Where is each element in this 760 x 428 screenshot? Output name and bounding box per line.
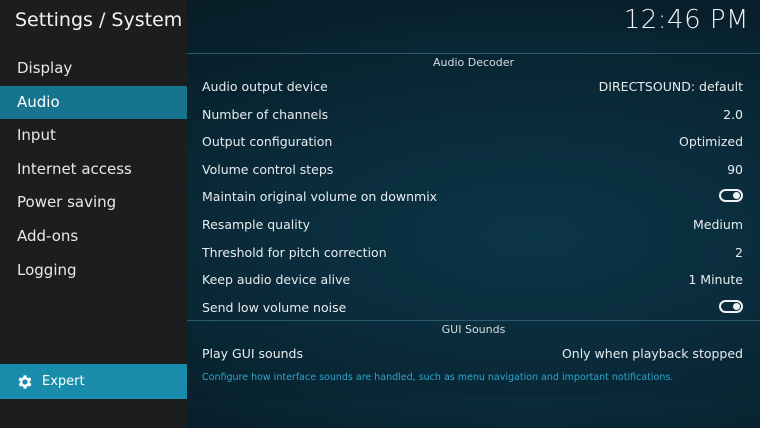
- setting-row-pitch-correction-threshold[interactable]: Threshold for pitch correction 2: [187, 238, 760, 266]
- setting-value: DIRECTSOUND: default: [598, 79, 743, 94]
- setting-row-volume-control-steps[interactable]: Volume control steps 90: [187, 155, 760, 183]
- sidebar-item-audio[interactable]: Audio: [0, 85, 187, 120]
- setting-name: Number of channels: [202, 106, 329, 122]
- setting-name: Threshold for pitch correction: [202, 244, 387, 260]
- clock: 12:46 PM: [623, 5, 749, 35]
- setting-name: Maintain original volume on downmix: [202, 189, 438, 205]
- sidebar-item-input[interactable]: Input: [0, 119, 187, 153]
- setting-row-audio-output-device[interactable]: Audio output device DIRECTSOUND: default: [187, 72, 760, 100]
- setting-name: Send low volume noise: [202, 299, 347, 315]
- setting-name: Output configuration: [202, 134, 333, 150]
- page-title: Settings / System: [15, 9, 183, 31]
- setting-value: Only when playback stopped: [561, 346, 743, 362]
- section-header-audio-decoder: Audio Decoder: [187, 53, 760, 72]
- setting-name: Audio output device: [202, 79, 328, 94]
- sidebar-item-internet-access[interactable]: Internet access: [0, 153, 187, 187]
- toggle-knob: [733, 192, 740, 200]
- toggle-switch[interactable]: [719, 189, 743, 203]
- gear-icon: [16, 373, 34, 391]
- setting-value: 2: [735, 244, 743, 260]
- setting-name: Play GUI sounds: [202, 346, 303, 362]
- setting-value: Optimized: [679, 134, 743, 150]
- settings-panel: Audio Decoder Audio output device DIRECT…: [187, 53, 760, 398]
- setting-value: 90: [727, 161, 743, 177]
- toggle-knob: [733, 302, 740, 310]
- sidebar-item-display[interactable]: Display: [0, 52, 187, 86]
- setting-row-number-of-channels[interactable]: Number of channels 2.0: [187, 100, 760, 128]
- sidebar-item-logging[interactable]: Logging: [0, 254, 187, 288]
- setting-row-maintain-original-volume[interactable]: Maintain original volume on downmix: [187, 182, 760, 210]
- setting-row-send-low-volume-noise[interactable]: Send low volume noise: [187, 293, 760, 321]
- setting-value: 2.0: [723, 106, 743, 122]
- setting-row-keep-audio-device-alive[interactable]: Keep audio device alive 1 Minute: [187, 265, 760, 293]
- setting-description: Configure how interface sounds are handl…: [202, 372, 674, 383]
- setting-name: Volume control steps: [202, 161, 334, 177]
- setting-row-output-configuration[interactable]: Output configuration Optimized: [187, 127, 760, 155]
- sidebar: Settings / System Display Audio Input In…: [0, 0, 187, 428]
- expert-level-button[interactable]: Expert: [0, 364, 187, 399]
- sidebar-item-power-saving[interactable]: Power saving: [0, 186, 187, 220]
- toggle-switch[interactable]: [719, 299, 743, 313]
- setting-name: Resample quality: [202, 216, 310, 232]
- settings-nav: Display Audio Input Internet access Powe…: [0, 52, 187, 287]
- sidebar-item-add-ons[interactable]: Add-ons: [0, 220, 187, 254]
- expert-label: Expert: [42, 374, 85, 389]
- setting-row-play-gui-sounds[interactable]: Play GUI sounds Only when playback stopp…: [187, 339, 760, 367]
- setting-row-resample-quality[interactable]: Resample quality Medium: [187, 210, 760, 238]
- setting-name: Keep audio device alive: [202, 272, 351, 288]
- setting-value: 1 Minute: [688, 272, 743, 288]
- section-header-gui-sounds: GUI Sounds: [187, 320, 760, 339]
- setting-value: Medium: [693, 216, 743, 232]
